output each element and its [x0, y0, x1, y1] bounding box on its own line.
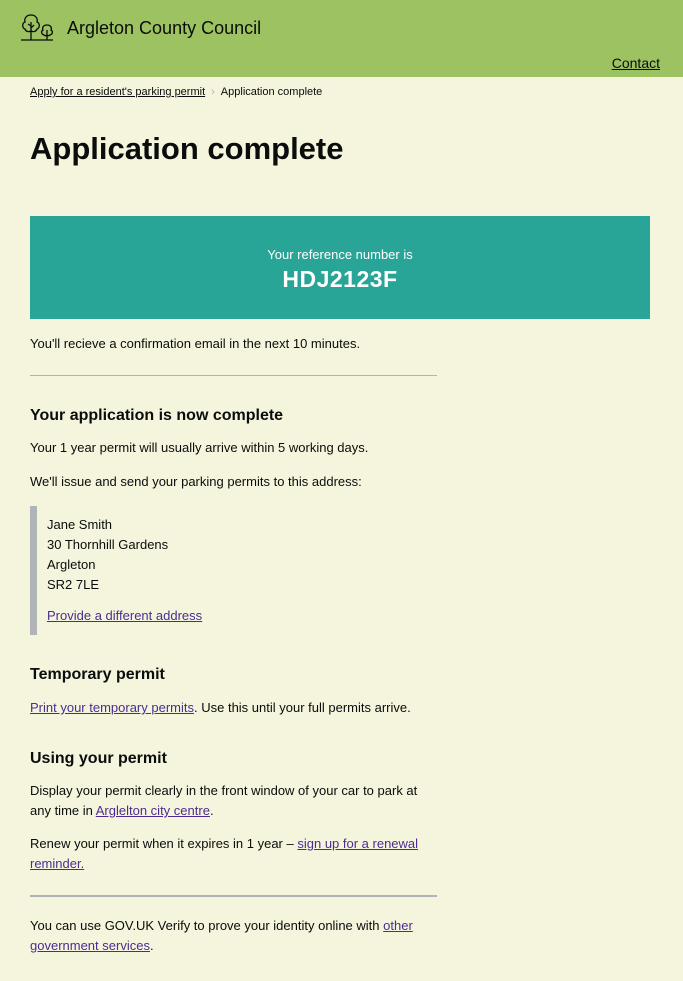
address-intro: We'll issue and send your parking permit…: [30, 474, 362, 489]
page-title: Application complete: [30, 131, 344, 166]
contact-link[interactable]: Contact: [612, 55, 660, 71]
city-centre-link[interactable]: Arglelton city centre: [96, 803, 210, 818]
address-inset: Jane Smith 30 Thornhill Gardens Argleton…: [30, 506, 337, 635]
reference-number: HDJ2123F: [282, 266, 398, 292]
address-line: 30 Thornhill Gardens: [47, 537, 169, 552]
display-permit-text: Display your permit clearly in the front…: [30, 781, 425, 821]
chevron-right-icon: ›: [211, 86, 215, 98]
confirmation-panel: Your reference number is HDJ2123F: [30, 216, 650, 319]
divider: [30, 375, 437, 376]
breadcrumb: Apply for a resident's parking permit › …: [30, 86, 322, 98]
logo[interactable]: Argleton County Council: [19, 12, 261, 42]
site-header: Argleton County Council Contact: [0, 0, 683, 77]
verify-end: .: [149, 938, 154, 953]
temporary-permit-text: Print your temporary permits. Use this u…: [30, 698, 430, 718]
complete-heading: Your application is now complete: [30, 407, 284, 424]
verify-copy: You can use GOV.UK Verify to prove your …: [30, 918, 384, 933]
trees-icon: [19, 12, 55, 42]
renew-permit-copy: Renew your permit when it expires in 1 y…: [30, 836, 298, 851]
change-address-link[interactable]: Provide a different address: [47, 608, 202, 623]
reference-lead: Your reference number is: [267, 247, 413, 262]
temporary-permit-rest: . Use this until your full permits arriv…: [194, 700, 411, 715]
print-temporary-permits-link[interactable]: Print your temporary permits: [30, 700, 194, 715]
confirmation-email-text: You'll recieve a confirmation email in t…: [30, 336, 361, 351]
address-line: Jane Smith: [47, 517, 113, 532]
divider: [30, 895, 437, 897]
display-permit-end: .: [209, 803, 214, 818]
verify-text: You can use GOV.UK Verify to prove your …: [30, 916, 425, 956]
temporary-permit-heading: Temporary permit: [30, 666, 165, 683]
arrival-text: Your 1 year permit will usually arrive w…: [30, 440, 369, 455]
breadcrumb-parent-link[interactable]: Apply for a resident's parking permit: [30, 86, 205, 98]
breadcrumb-current: Application complete: [220, 86, 323, 98]
renew-permit-text: Renew your permit when it expires in 1 y…: [30, 834, 425, 874]
display-permit-copy: Display your permit clearly in the front…: [30, 783, 418, 818]
org-name: Argleton County Council: [67, 17, 262, 38]
using-permit-heading: Using your permit: [30, 750, 167, 767]
address-line: SR2 7LE: [47, 577, 100, 592]
address-line: Argleton: [47, 557, 96, 572]
